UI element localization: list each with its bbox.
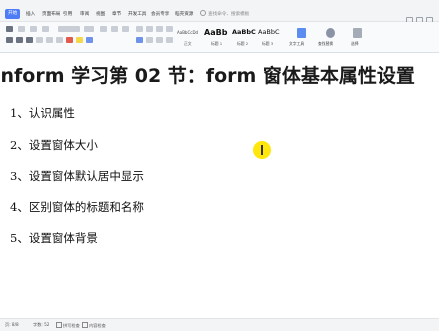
list-item: 5、设置窗体背景 <box>10 231 98 245</box>
clear-format-icon[interactable] <box>122 26 129 32</box>
find-replace-label[interactable]: 查找替换 <box>318 41 333 47</box>
font-family-select[interactable] <box>58 26 80 32</box>
increase-indent-icon[interactable] <box>166 26 173 32</box>
content-check-label: 内容检查 <box>89 323 106 328</box>
bold-icon[interactable] <box>6 37 13 43</box>
tab-docer[interactable]: 稻壳资源 <box>175 10 193 19</box>
window-icons <box>403 10 433 24</box>
char-shading-icon[interactable] <box>86 37 93 43</box>
italic-icon[interactable] <box>16 37 23 43</box>
style-normal-label: 正文 <box>184 41 192 46</box>
paste-icon[interactable] <box>6 26 13 32</box>
list-item: 2、设置窗体大小 <box>10 138 98 152</box>
tab-member[interactable]: 会员专享 <box>151 10 169 19</box>
status-bar: 页: 8/8 字数: 52 拼写检查 内容检查 <box>0 318 439 331</box>
style-heading1-label: 标题 1 <box>211 41 223 46</box>
word-count[interactable]: 字数: 52 <box>33 322 49 328</box>
search-icon <box>200 10 206 16</box>
tab-insert[interactable]: 插入 <box>26 10 35 19</box>
numbering-icon[interactable] <box>146 26 153 32</box>
ribbon-tab-bar: 开始 插入 页面布局 引用 审阅 视图 章节 开发工具 会员专享 稻壳资源 查找… <box>0 0 439 24</box>
grow-font-icon[interactable] <box>100 26 107 32</box>
page-indicator[interactable]: 页: 8/8 <box>5 322 19 328</box>
find-replace-icon[interactable] <box>326 28 335 38</box>
list-item: 3、设置窗体默认居中显示 <box>10 169 144 183</box>
strikethrough-icon[interactable] <box>36 37 43 43</box>
style-heading3-preview[interactable]: AaBbC <box>258 25 280 40</box>
justify-icon[interactable] <box>166 37 173 43</box>
tab-home[interactable]: 开始 <box>5 9 21 19</box>
style-heading2-preview[interactable]: AaBbC <box>232 25 258 40</box>
style-heading1-preview[interactable]: AaBb <box>204 25 232 40</box>
subscript-icon[interactable] <box>56 37 63 43</box>
align-left-icon[interactable] <box>136 37 143 43</box>
tab-review[interactable]: 审阅 <box>80 10 89 19</box>
text-tools-label[interactable]: 文字工具 <box>289 41 304 47</box>
command-search-label: 查找命令、搜索模板 <box>208 12 250 17</box>
list-item: 1、认识属性 <box>10 106 75 120</box>
text-cursor-icon <box>261 145 263 155</box>
select-icon[interactable] <box>353 28 362 38</box>
spellcheck-toggle[interactable]: 拼写检查 <box>56 322 80 329</box>
bullets-icon[interactable] <box>136 26 143 32</box>
content-check-toggle[interactable]: 内容检查 <box>82 322 106 329</box>
decrease-indent-icon[interactable] <box>156 26 163 32</box>
command-search[interactable]: 查找命令、搜索模板 <box>200 10 249 19</box>
tab-references[interactable]: 引用 <box>63 10 72 19</box>
style-heading2-label: 标题 2 <box>237 41 249 46</box>
font-color-icon[interactable] <box>66 37 73 43</box>
tab-page-layout[interactable]: 页面布局 <box>42 10 60 19</box>
style-normal-preview[interactable]: AaBbCcDd <box>177 25 203 40</box>
font-size-select[interactable] <box>84 26 94 32</box>
tab-developer[interactable]: 开发工具 <box>128 10 146 19</box>
highlight-icon[interactable] <box>76 37 83 43</box>
checkbox-icon <box>82 322 88 328</box>
shrink-font-icon[interactable] <box>111 26 118 32</box>
format-painter-icon[interactable] <box>42 26 49 32</box>
text-tools-icon[interactable] <box>297 28 306 38</box>
align-center-icon[interactable] <box>146 37 153 43</box>
spellcheck-label: 拼写检查 <box>63 323 80 328</box>
align-right-icon[interactable] <box>156 37 163 43</box>
copy-icon[interactable] <box>30 26 37 32</box>
document-page[interactable]: inform 学习第 02 节：form 窗体基本属性设置 1、认识属性 2、设… <box>0 53 439 318</box>
superscript-icon[interactable] <box>46 37 53 43</box>
cut-icon[interactable] <box>18 26 25 32</box>
list-item: 4、区别窗体的标题和名称 <box>10 200 144 214</box>
select-label[interactable]: 选择 <box>351 41 359 47</box>
checkbox-icon <box>56 322 62 328</box>
tab-chapter[interactable]: 章节 <box>112 10 121 19</box>
tab-view[interactable]: 视图 <box>96 10 105 19</box>
page-title: inform 学习第 02 节：form 窗体基本属性设置 <box>0 65 415 87</box>
underline-icon[interactable] <box>26 37 33 43</box>
style-heading3-label: 标题 3 <box>262 41 274 46</box>
